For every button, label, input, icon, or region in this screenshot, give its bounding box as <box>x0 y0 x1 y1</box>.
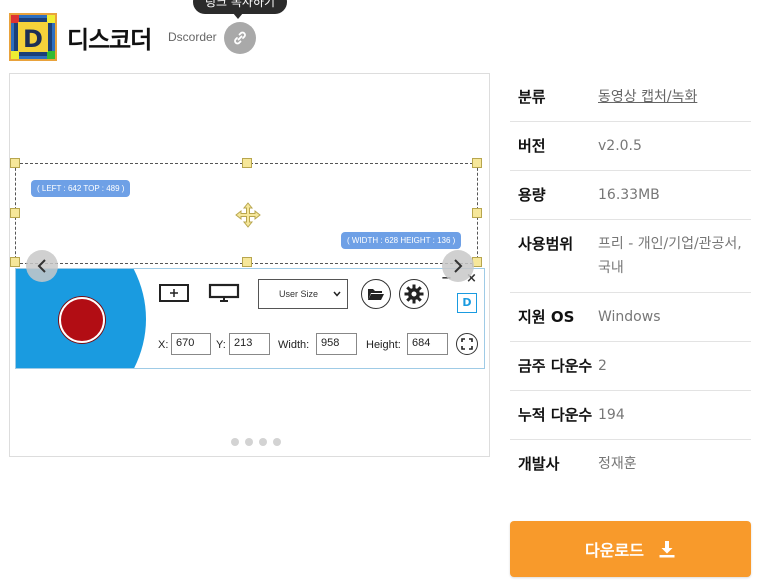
height-label: Height: <box>366 339 401 351</box>
resize-handle <box>472 158 482 168</box>
info-row: 사용범위 프리 - 개인/기업/관공서, 국내 <box>510 220 751 293</box>
category-link[interactable]: 동영상 캡처/녹화 <box>598 85 751 109</box>
gallery-dot[interactable] <box>231 438 239 446</box>
gallery-dot[interactable] <box>245 438 253 446</box>
move-icon <box>235 202 261 228</box>
svg-text:D: D <box>23 25 43 53</box>
gallery-next-button[interactable] <box>442 250 474 282</box>
gear-icon <box>404 284 424 304</box>
download-label: 다운로드 <box>585 541 644 560</box>
info-row: 누적 다운수 194 <box>510 391 751 440</box>
resize-handle <box>242 158 252 168</box>
x-label: X: <box>158 339 169 351</box>
info-key: 사용범위 <box>518 235 574 253</box>
folder-icon <box>368 289 384 300</box>
gallery-prev-button[interactable] <box>26 250 58 282</box>
size-select[interactable]: User Size <box>258 279 348 309</box>
info-row: 지원 OS Windows <box>510 293 751 342</box>
fullscreen-monitor-icon[interactable] <box>208 283 240 307</box>
info-row: 분류 동영상 캡처/녹화 <box>510 73 751 122</box>
expand-icon <box>461 338 473 350</box>
gallery-dot[interactable] <box>259 438 267 446</box>
info-key: 누적 다운수 <box>518 406 593 424</box>
expand-button[interactable] <box>456 333 478 355</box>
link-icon <box>234 31 246 45</box>
record-button[interactable] <box>59 297 105 343</box>
info-key: 버전 <box>518 137 546 155</box>
screenshot-gallery: ( LEFT : 642 TOP : 489 ) ( WIDTH : 628 H… <box>9 73 490 457</box>
info-value: 프리 - 개인/기업/관공서, 국내 <box>598 236 742 276</box>
chevron-down-icon <box>333 291 341 297</box>
info-value: v2.0.5 <box>598 138 642 154</box>
app-logo: D <box>9 13 57 61</box>
info-row: 금주 다운수 2 <box>510 342 751 391</box>
info-table: 분류 동영상 캡처/녹화버전 v2.0.5 용량 16.33MB 사용범위 프리 - 개인/… <box>510 73 751 488</box>
info-value: 2 <box>598 358 607 374</box>
copy-link-tooltip: 링크 복사하기 <box>193 0 288 19</box>
panel-logo-icon: D <box>457 293 477 313</box>
chevron-right-icon <box>454 259 463 273</box>
resize-handle <box>10 158 20 168</box>
y-label: Y: <box>216 339 226 351</box>
app-subtitle: Dscorder <box>168 30 217 44</box>
y-field[interactable]: 213 <box>229 333 270 355</box>
capture-region-icon[interactable] <box>158 283 190 305</box>
info-key: 지원 OS <box>518 308 575 326</box>
resize-handle <box>472 208 482 218</box>
info-value: 16.33MB <box>598 187 660 203</box>
info-row: 버전 v2.0.5 <box>510 122 751 171</box>
position-label: ( LEFT : 642 TOP : 489 ) <box>31 180 131 197</box>
info-key: 금주 다운수 <box>518 357 593 375</box>
height-field[interactable]: 684 <box>407 333 448 355</box>
info-row: 개발사 정재훈 <box>510 440 751 488</box>
info-row: 용량 16.33MB <box>510 171 751 220</box>
gallery-dot[interactable] <box>273 438 281 446</box>
info-value: 194 <box>598 407 625 423</box>
download-button[interactable]: 다운로드 <box>510 521 751 577</box>
size-label: ( WIDTH : 628 HEIGHT : 136 ) <box>341 232 462 249</box>
copy-link-button[interactable] <box>224 22 256 54</box>
info-key: 용량 <box>518 186 546 204</box>
width-field[interactable]: 958 <box>316 333 357 355</box>
gallery-pagination <box>231 438 281 446</box>
info-value: 정재훈 <box>598 456 637 472</box>
info-key: 개발사 <box>518 455 560 473</box>
resize-handle <box>10 257 20 267</box>
resize-handle <box>10 208 20 218</box>
app-title: 디스코더 <box>67 26 152 54</box>
download-icon <box>659 541 675 558</box>
chevron-left-icon <box>37 259 46 273</box>
info-value: Windows <box>598 309 661 325</box>
settings-button[interactable] <box>399 279 429 309</box>
open-folder-button[interactable] <box>361 279 391 309</box>
info-key: 분류 <box>518 88 546 106</box>
capture-frame: ( LEFT : 642 TOP : 489 ) ( WIDTH : 628 H… <box>10 158 482 267</box>
size-select-value: User Size <box>279 289 319 299</box>
recorder-panel: User Size − × D X: 670 Y: 213 Width: 958… <box>15 268 485 369</box>
resize-handle <box>242 257 252 267</box>
width-label: Width: <box>278 339 310 351</box>
x-field[interactable]: 670 <box>171 333 211 355</box>
